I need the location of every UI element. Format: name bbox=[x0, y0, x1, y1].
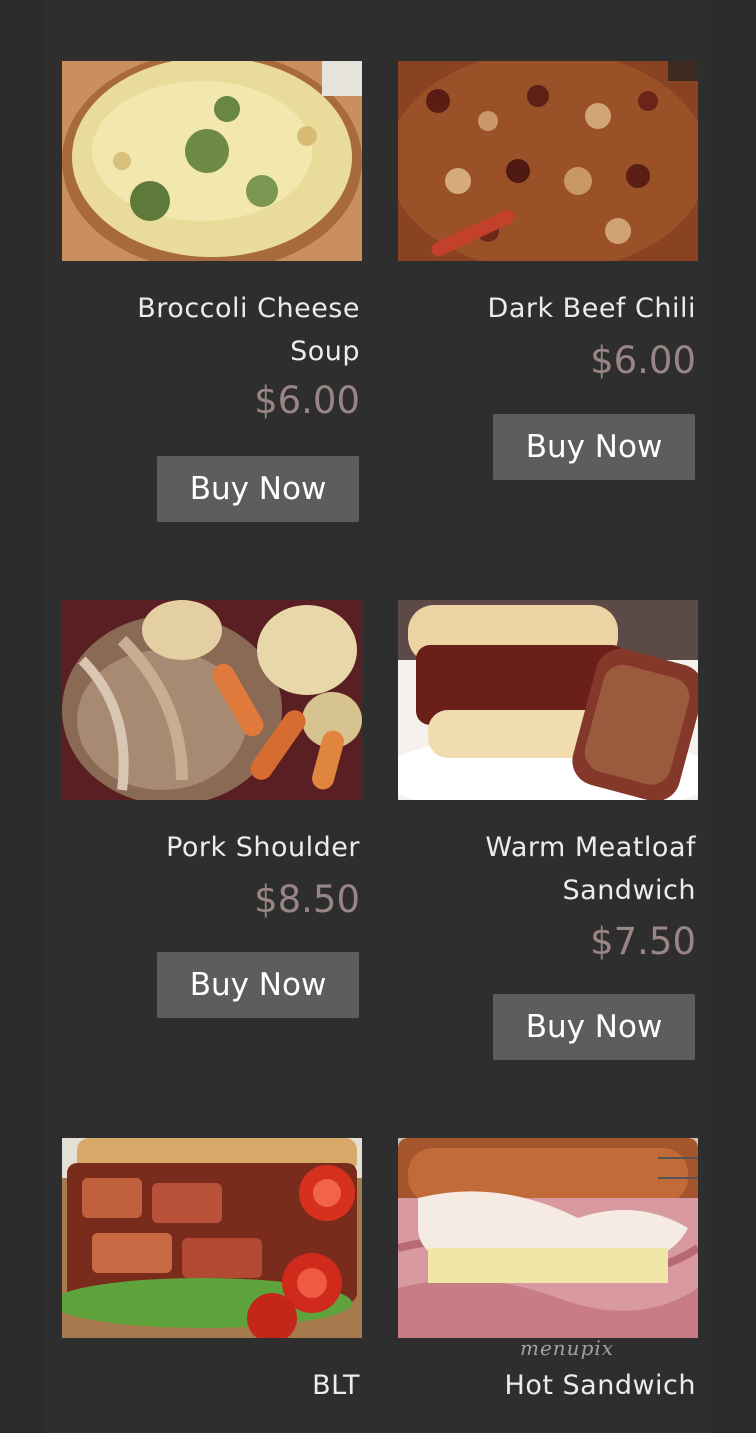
buy-now-button[interactable]: Buy Now bbox=[493, 414, 695, 480]
menu-item-price: $7.50 bbox=[590, 920, 696, 963]
meatloaf-sandwich-photo[interactable] bbox=[398, 600, 698, 800]
hot-sandwich-photo[interactable] bbox=[398, 1138, 698, 1338]
menu-item-price: $6.00 bbox=[590, 339, 696, 382]
watermark-logo: menupix bbox=[520, 1336, 615, 1360]
menu-panel: Broccoli Cheese Soup $6.00 Buy Now Dark … bbox=[44, 0, 712, 1433]
menu-item-title: Hot Sandwich bbox=[504, 1370, 696, 1401]
menu-item-title: BLT bbox=[312, 1370, 360, 1401]
buy-now-button[interactable]: Buy Now bbox=[157, 456, 359, 522]
pork-shoulder-photo[interactable] bbox=[62, 600, 362, 800]
menu-page: Broccoli Cheese Soup $6.00 Buy Now Dark … bbox=[0, 0, 756, 1433]
broccoli-cheese-soup-photo[interactable] bbox=[62, 61, 362, 261]
buy-now-button[interactable]: Buy Now bbox=[493, 994, 695, 1060]
menu-item-price: $8.50 bbox=[254, 878, 360, 921]
menu-item-title: Broccoli Cheese Soup bbox=[137, 293, 360, 367]
beef-chili-photo[interactable] bbox=[398, 61, 698, 261]
menu-item-title: Pork Shoulder bbox=[166, 832, 360, 863]
menu-item-price: $6.00 bbox=[254, 379, 360, 422]
blt-photo[interactable] bbox=[62, 1138, 362, 1338]
menu-item-title: Dark Beef Chili bbox=[487, 293, 696, 324]
buy-now-button[interactable]: Buy Now bbox=[157, 952, 359, 1018]
menu-item-title: Warm Meatloaf Sandwich bbox=[485, 832, 696, 906]
